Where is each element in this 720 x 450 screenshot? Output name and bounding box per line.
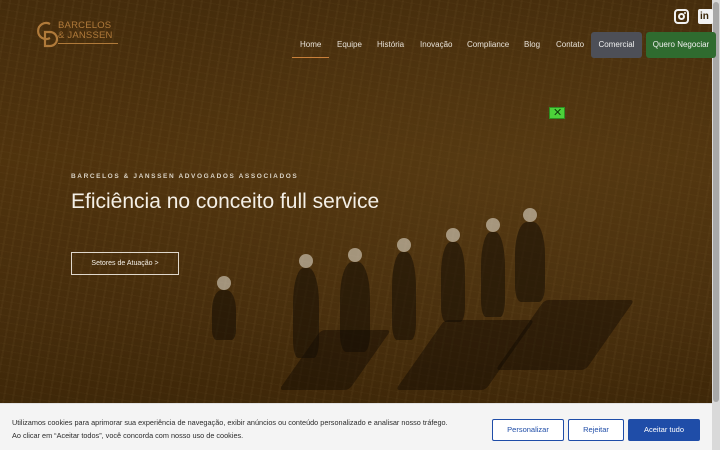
- linkedin-glyph: in: [700, 11, 709, 22]
- worker-silhouette: [340, 248, 370, 352]
- scrollbar-thumb[interactable]: [713, 2, 719, 402]
- nav-item-compliance[interactable]: Compliance: [467, 32, 509, 58]
- cookie-reject-button[interactable]: Rejeitar: [568, 419, 624, 441]
- worker-silhouette: [293, 254, 319, 358]
- nav-item-equipe[interactable]: Equipe: [337, 32, 362, 58]
- hero-overlay: [0, 0, 712, 450]
- logo-monogram-icon: [37, 21, 58, 48]
- nav-item-home[interactable]: Home: [292, 32, 330, 58]
- quero-negociar-button[interactable]: Quero Negociar: [646, 32, 716, 58]
- linkedin-icon[interactable]: in: [698, 9, 713, 24]
- hero-eyebrow: BARCELOS & JANSSEN ADVOGADOS ASSOCIADOS: [71, 173, 299, 180]
- logo-line-2: & JANSSEN: [58, 30, 113, 41]
- logo-underline: [58, 43, 118, 44]
- site-logo[interactable]: BARCELOS & JANSSEN: [36, 20, 118, 50]
- nav-item-historia[interactable]: História: [377, 32, 404, 58]
- page-scrollbar[interactable]: [712, 0, 720, 450]
- worker-silhouette: [481, 218, 505, 317]
- nav-item-contato[interactable]: Contato: [556, 32, 584, 58]
- cookie-message-line-1: Utilizamos cookies para aprimorar sua ex…: [12, 418, 448, 427]
- nav-item-blog[interactable]: Blog: [524, 32, 540, 58]
- cookie-banner: Utilizamos cookies para aprimorar sua ex…: [0, 403, 712, 450]
- hero-headline: Eficiência no conceito full service: [71, 190, 380, 213]
- cookie-accept-button[interactable]: Aceitar tudo: [628, 419, 700, 441]
- hero-background: [0, 0, 712, 450]
- worker-silhouette: [515, 208, 545, 302]
- logo-wordmark: BARCELOS & JANSSEN: [58, 21, 113, 41]
- cookie-message-line-2: Ao clicar em “Aceitar todos”, você conco…: [12, 430, 244, 440]
- setores-de-atuacao-button[interactable]: Setores de Atuação >: [71, 252, 179, 275]
- worker-silhouette: [441, 228, 465, 322]
- close-overlay-button[interactable]: ✕: [549, 107, 565, 119]
- worker-silhouette: [392, 238, 416, 340]
- cookie-customize-button[interactable]: Personalizar: [492, 419, 564, 441]
- comercial-button[interactable]: Comercial: [591, 32, 642, 58]
- instagram-icon[interactable]: [674, 9, 689, 24]
- close-icon: ✕: [553, 107, 563, 119]
- cookie-message: Utilizamos cookies para aprimorar sua ex…: [12, 417, 492, 442]
- worker-silhouette: [212, 276, 236, 340]
- nav-item-inovacao[interactable]: Inovação: [420, 32, 452, 58]
